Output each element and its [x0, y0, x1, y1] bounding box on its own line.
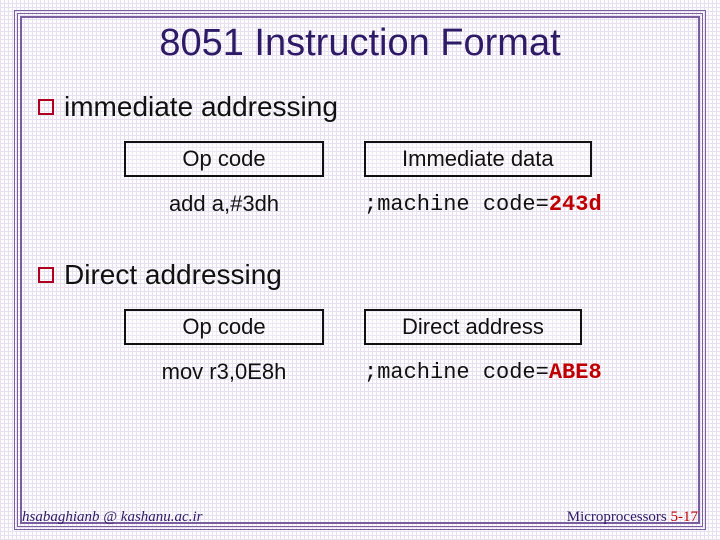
- section-heading: immediate addressing: [38, 91, 682, 123]
- asm-instruction: mov r3,0E8h: [124, 359, 324, 385]
- code-prefix: ;machine code=: [364, 192, 549, 217]
- square-bullet-icon: [38, 267, 54, 283]
- square-bullet-icon: [38, 99, 54, 115]
- format-row: Op code Direct address: [124, 309, 682, 345]
- machine-code: ;machine code=ABE8: [364, 360, 602, 385]
- spacer: [38, 231, 682, 259]
- operand-box: Immediate data: [364, 141, 592, 177]
- section-heading: Direct addressing: [38, 259, 682, 291]
- footer: hsabaghianb @ kashanu.ac.ir Microprocess…: [22, 509, 698, 526]
- machine-code: ;machine code=243d: [364, 192, 602, 217]
- section-label: Direct addressing: [64, 259, 282, 291]
- format-row: Op code Immediate data: [124, 141, 682, 177]
- code-prefix: ;machine code=: [364, 360, 549, 385]
- footer-course: Microprocessors: [567, 509, 667, 525]
- footer-right: Microprocessors 5-17: [567, 509, 698, 526]
- page-title: 8051 Instruction Format: [38, 22, 682, 65]
- code-hex: ABE8: [549, 360, 602, 385]
- operand-box: Direct address: [364, 309, 582, 345]
- code-hex: 243d: [549, 192, 602, 217]
- opcode-box: Op code: [124, 309, 324, 345]
- opcode-box: Op code: [124, 141, 324, 177]
- asm-instruction: add a,#3dh: [124, 191, 324, 217]
- example-row: mov r3,0E8h ;machine code=ABE8: [124, 359, 682, 385]
- footer-page: 5-17: [671, 509, 699, 525]
- footer-left: hsabaghianb @ kashanu.ac.ir: [22, 509, 202, 526]
- section-label: immediate addressing: [64, 91, 338, 123]
- example-row: add a,#3dh ;machine code=243d: [124, 191, 682, 217]
- slide-content: 8051 Instruction Format immediate addres…: [14, 10, 706, 530]
